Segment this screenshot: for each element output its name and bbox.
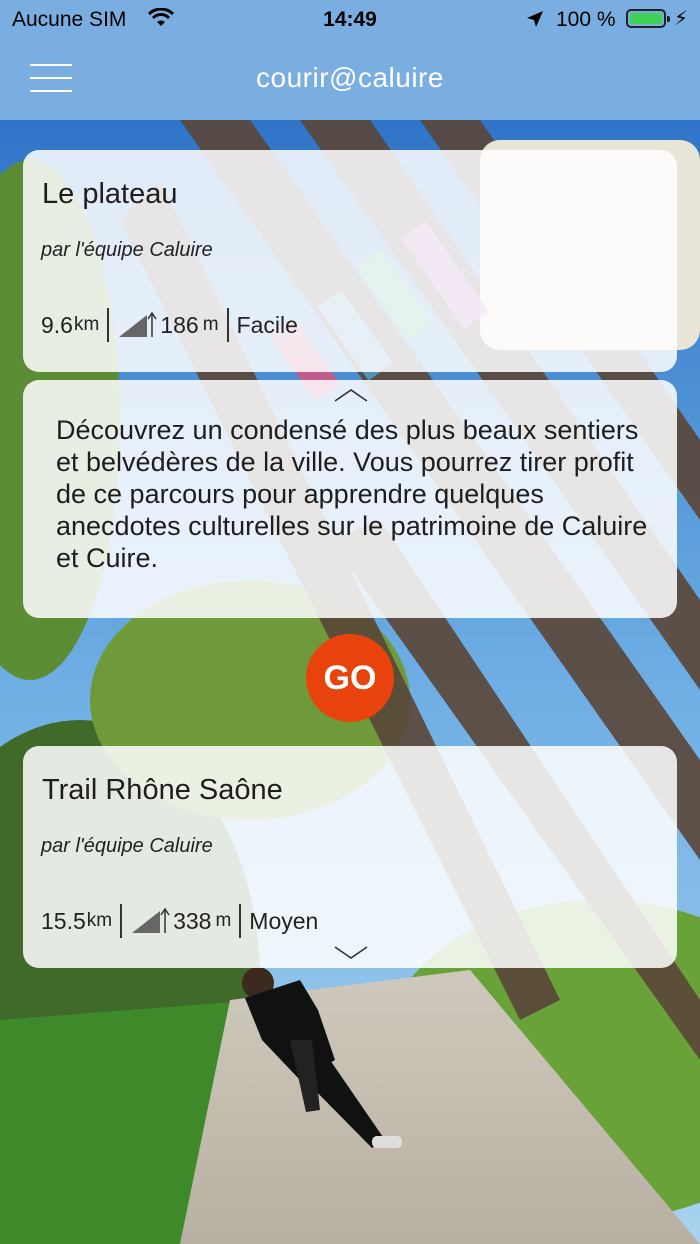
difficulty-label: Moyen (249, 907, 319, 934)
route-stats: 15.5 km 338 m Moyen (41, 904, 318, 938)
distance-unit: km (86, 910, 113, 931)
chevron-down-icon[interactable] (334, 946, 368, 960)
distance-value: 15.5 (41, 907, 86, 934)
location-arrow-icon (525, 9, 545, 35)
go-button[interactable]: GO (306, 634, 394, 722)
nav-bar: courir@caluire (0, 40, 700, 120)
elevation: 338 m (130, 907, 231, 935)
elevation-unit: m (215, 910, 232, 931)
divider (239, 904, 242, 938)
charging-bolt-icon: ⚡ (674, 8, 689, 30)
route-description-panel: Découvrez un condensé des plus beaux sen… (23, 380, 677, 618)
route-author: par l'équipe Caluire (41, 239, 213, 261)
divider (107, 308, 110, 342)
route-stats: 9.6 km 186 m Facile (41, 308, 298, 342)
route-description: Découvrez un condensé des plus beaux sen… (56, 415, 648, 573)
route-card-le-plateau[interactable]: Le plateau par l'équipe Caluire 9.6 km 1… (23, 150, 677, 372)
route-card-trail-rhone-saone[interactable]: Trail Rhône Saône par l'équipe Caluire 1… (23, 746, 677, 968)
elevation-icon (119, 311, 157, 337)
status-bar: Aucune SIM 14:49 100 % ⚡ (0, 0, 700, 40)
difficulty-label: Facile (236, 311, 298, 338)
app-title: courir@caluire (256, 62, 444, 93)
divider (120, 904, 123, 938)
route-author: par l'équipe Caluire (41, 835, 213, 857)
battery-icon (626, 9, 670, 28)
battery-percentage: 100 % (556, 8, 616, 31)
route-title: Le plateau (42, 178, 178, 210)
route-title: Trail Rhône Saône (42, 774, 283, 806)
elevation: 186 m (117, 311, 219, 339)
divider (226, 308, 229, 342)
elevation-unit: m (202, 314, 219, 335)
elevation-value: 338 (173, 907, 212, 934)
distance-value: 9.6 (41, 311, 73, 338)
elevation-value: 186 (160, 311, 199, 338)
elevation-icon (132, 907, 170, 933)
distance-unit: km (73, 314, 100, 335)
chevron-up-icon[interactable] (334, 388, 368, 402)
